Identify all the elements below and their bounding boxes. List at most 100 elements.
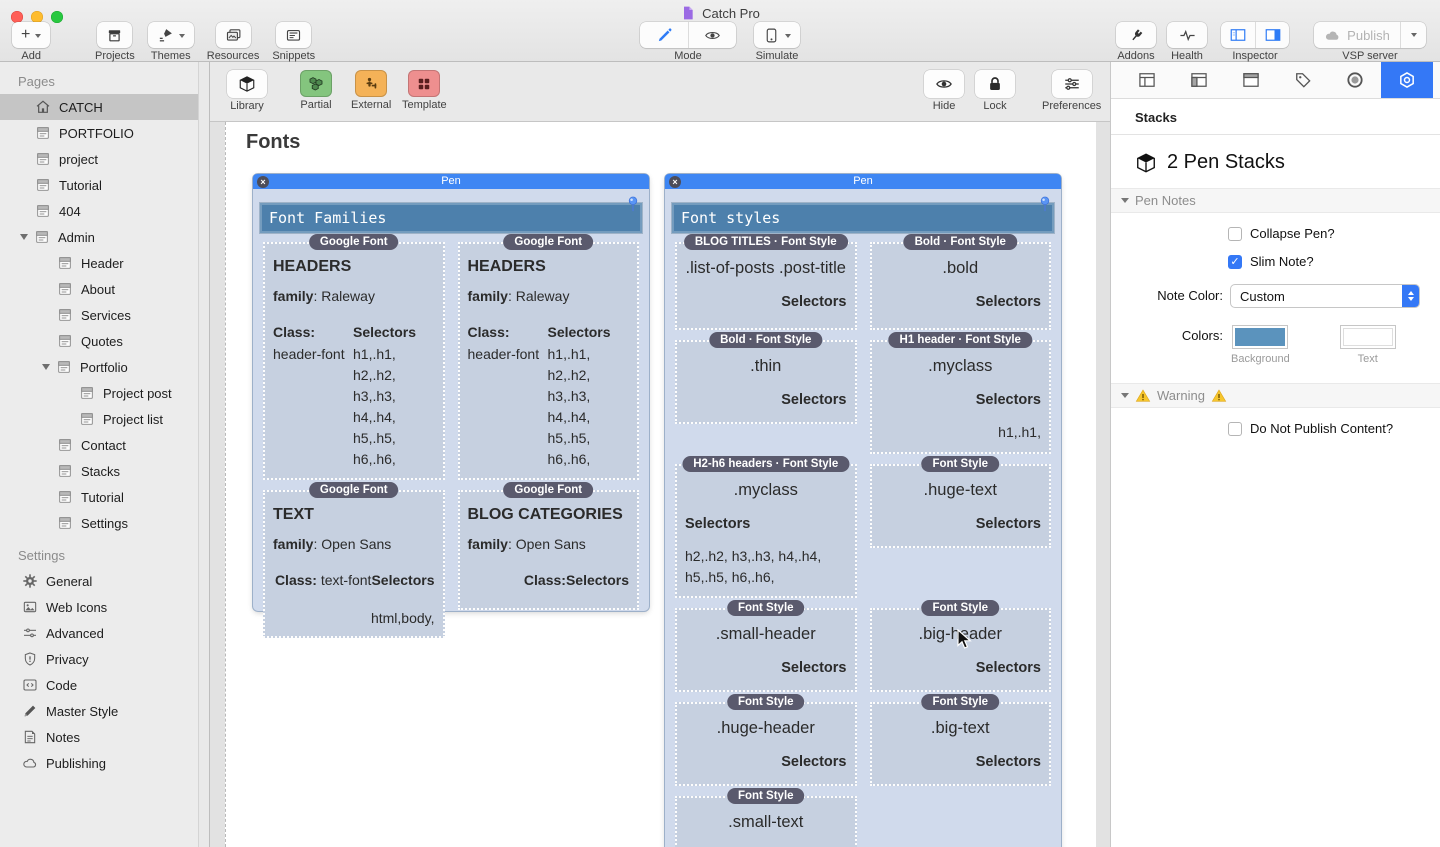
themes-button[interactable] bbox=[148, 22, 194, 48]
inspector-tab-layout-top[interactable] bbox=[1121, 62, 1173, 98]
sidebar-item-label: Admin bbox=[58, 230, 95, 245]
background-color-well[interactable] bbox=[1232, 325, 1288, 349]
sidebar-item-notes[interactable]: Notes bbox=[0, 724, 209, 750]
sidebar-item-portfolio[interactable]: PORTFOLIO bbox=[0, 120, 209, 146]
preferences-label: Preferences bbox=[1042, 100, 1101, 112]
stack-card[interactable]: Google FontHEADERSfamily: RalewayClass:S… bbox=[458, 242, 640, 480]
sidebar-item-code[interactable]: Code bbox=[0, 672, 209, 698]
sidebar-item-label: Stacks bbox=[81, 464, 120, 479]
card-family-line: family: Raleway bbox=[468, 288, 630, 304]
sidebar-item-web-icons[interactable]: Web Icons bbox=[0, 594, 209, 620]
sidebar-item-portfolio[interactable]: Portfolio bbox=[0, 354, 209, 380]
inspector-tab-layout-left[interactable] bbox=[1173, 62, 1225, 98]
stack-card[interactable]: Font Style.big-textSelectors bbox=[870, 702, 1052, 786]
add-button[interactable]: + bbox=[12, 22, 50, 48]
stack-card[interactable]: Font Style.small-textSelectors bbox=[675, 796, 857, 847]
close-icon[interactable]: × bbox=[257, 176, 269, 188]
sidebar-item-stacks[interactable]: Stacks bbox=[0, 458, 209, 484]
text-color-well[interactable] bbox=[1340, 325, 1396, 349]
sidebar-item-publishing[interactable]: Publishing bbox=[0, 750, 209, 776]
pen-note-header[interactable]: Font Families bbox=[259, 202, 643, 234]
stack-card[interactable]: Bold · Font Style.thinSelectors bbox=[675, 340, 857, 424]
sidebar-item-404[interactable]: 404 bbox=[0, 198, 209, 224]
sidebar-item-advanced[interactable]: Advanced bbox=[0, 620, 209, 646]
resources-button[interactable] bbox=[216, 22, 251, 48]
projects-button[interactable] bbox=[97, 22, 132, 48]
inspector-tab-layout-band[interactable] bbox=[1225, 62, 1277, 98]
stepper-icon bbox=[1402, 285, 1419, 307]
library-button[interactable] bbox=[227, 70, 267, 98]
snippets-button[interactable] bbox=[276, 22, 311, 48]
hide-button[interactable] bbox=[924, 70, 964, 98]
card-title: .small-header bbox=[685, 625, 847, 644]
simulate-button[interactable] bbox=[754, 22, 800, 48]
warning-section-header[interactable]: Warning bbox=[1111, 383, 1440, 408]
sidebar-item-project[interactable]: project bbox=[0, 146, 209, 172]
sidebar-item-header[interactable]: Header bbox=[0, 250, 209, 276]
external-button[interactable] bbox=[355, 70, 387, 97]
sidebar-item-catch[interactable]: CATCH bbox=[0, 94, 209, 120]
preferences-button[interactable] bbox=[1052, 70, 1092, 98]
sidebar-item-quotes[interactable]: Quotes bbox=[0, 328, 209, 354]
health-button[interactable] bbox=[1167, 22, 1207, 48]
addons-button[interactable] bbox=[1116, 22, 1156, 48]
collapse-pen-checkbox[interactable] bbox=[1228, 227, 1242, 241]
do-not-publish-checkbox[interactable] bbox=[1228, 422, 1242, 436]
sidebar-item-project-list[interactable]: Project list bbox=[0, 406, 209, 432]
note-color-select[interactable]: Custom bbox=[1231, 285, 1419, 307]
stack-card[interactable]: Font Style.huge-headerSelectors bbox=[675, 702, 857, 786]
sidebar-item-settings[interactable]: Settings bbox=[0, 510, 209, 536]
sidebar-item-services[interactable]: Services bbox=[0, 302, 209, 328]
inspector-tab-hexgear[interactable] bbox=[1381, 62, 1433, 98]
publish-button[interactable]: Publish bbox=[1314, 22, 1400, 48]
disclosure-triangle[interactable] bbox=[42, 364, 50, 370]
sidebar-item-label: Services bbox=[81, 308, 131, 323]
stack-card[interactable]: H2-h6 headers · Font Style.myclassSelect… bbox=[675, 464, 857, 598]
pen-note-header[interactable]: Font styles bbox=[671, 202, 1055, 234]
sidebar-item-privacy[interactable]: Privacy bbox=[0, 646, 209, 672]
sidebar-item-tutorial[interactable]: Tutorial bbox=[0, 172, 209, 198]
sidebar-item-admin[interactable]: Admin bbox=[0, 224, 209, 250]
inspector-right-button[interactable] bbox=[1255, 22, 1289, 48]
stack-card[interactable]: Google FontHEADERSfamily: RalewayClass:S… bbox=[263, 242, 445, 480]
lock-button[interactable] bbox=[975, 70, 1015, 98]
sidebar-item-tutorial[interactable]: Tutorial bbox=[0, 484, 209, 510]
stack-card[interactable]: Google FontTEXTfamily: Open SansClass: t… bbox=[263, 490, 445, 638]
publish-menu-button[interactable] bbox=[1400, 22, 1426, 48]
sidebar-item-about[interactable]: About bbox=[0, 276, 209, 302]
stack-card[interactable]: BLOG TITLES · Font Style.list-of-posts .… bbox=[675, 242, 857, 330]
class-label: Class: bbox=[524, 572, 566, 588]
partial-button[interactable] bbox=[300, 70, 332, 97]
page-icon bbox=[57, 515, 73, 531]
page-canvas[interactable]: Fonts ×PenFont FamiliesGoogle FontHEADER… bbox=[225, 122, 1096, 847]
stack-card[interactable]: Font Style.small-headerSelectors bbox=[675, 608, 857, 692]
pen-titlebar[interactable]: ×Pen bbox=[253, 174, 649, 189]
inspector-left-button[interactable] bbox=[1221, 22, 1255, 48]
sidebar-item-master-style[interactable]: Master Style bbox=[0, 698, 209, 724]
stack-card[interactable]: H1 header · Font Style.myclassSelectorsh… bbox=[870, 340, 1052, 454]
stack-card[interactable]: Font Style.huge-textSelectors bbox=[870, 464, 1052, 548]
pen-notes-section-header[interactable]: Pen Notes bbox=[1111, 188, 1440, 213]
stack-card[interactable]: Google FontBLOG CATEGORIESfamily: Open S… bbox=[458, 490, 640, 610]
chevron-down-icon bbox=[785, 34, 791, 38]
disclosure-triangle[interactable] bbox=[20, 234, 28, 240]
sidebar-item-project-post[interactable]: Project post bbox=[0, 380, 209, 406]
sidebar-item-general[interactable]: General bbox=[0, 568, 209, 594]
themes-label: Themes bbox=[151, 50, 191, 62]
sidebar-item-contact[interactable]: Contact bbox=[0, 432, 209, 458]
pen-window: ×Pen Font styles BLOG TITLES · Font Style.… bbox=[665, 174, 1061, 847]
inspector-tab-ring[interactable] bbox=[1329, 62, 1381, 98]
family-label: family bbox=[273, 536, 313, 552]
close-icon[interactable]: × bbox=[669, 176, 681, 188]
layout-left-icon bbox=[1189, 70, 1209, 90]
template-button[interactable] bbox=[408, 70, 440, 97]
edit-mode-button[interactable] bbox=[640, 22, 688, 48]
stack-card[interactable]: Font Style.big-headerSelectors bbox=[870, 608, 1052, 692]
preview-mode-button[interactable] bbox=[688, 22, 736, 48]
slim-note-checkbox[interactable]: ✓ bbox=[1228, 255, 1242, 269]
stack-card[interactable]: Bold · Font Style.boldSelectors bbox=[870, 242, 1052, 330]
pen-titlebar[interactable]: ×Pen bbox=[665, 174, 1061, 189]
inspector-tab-tag[interactable] bbox=[1277, 62, 1329, 98]
card-badge: Bold · Font Style bbox=[709, 332, 822, 348]
inspector-tab-copy[interactable] bbox=[1433, 62, 1440, 98]
